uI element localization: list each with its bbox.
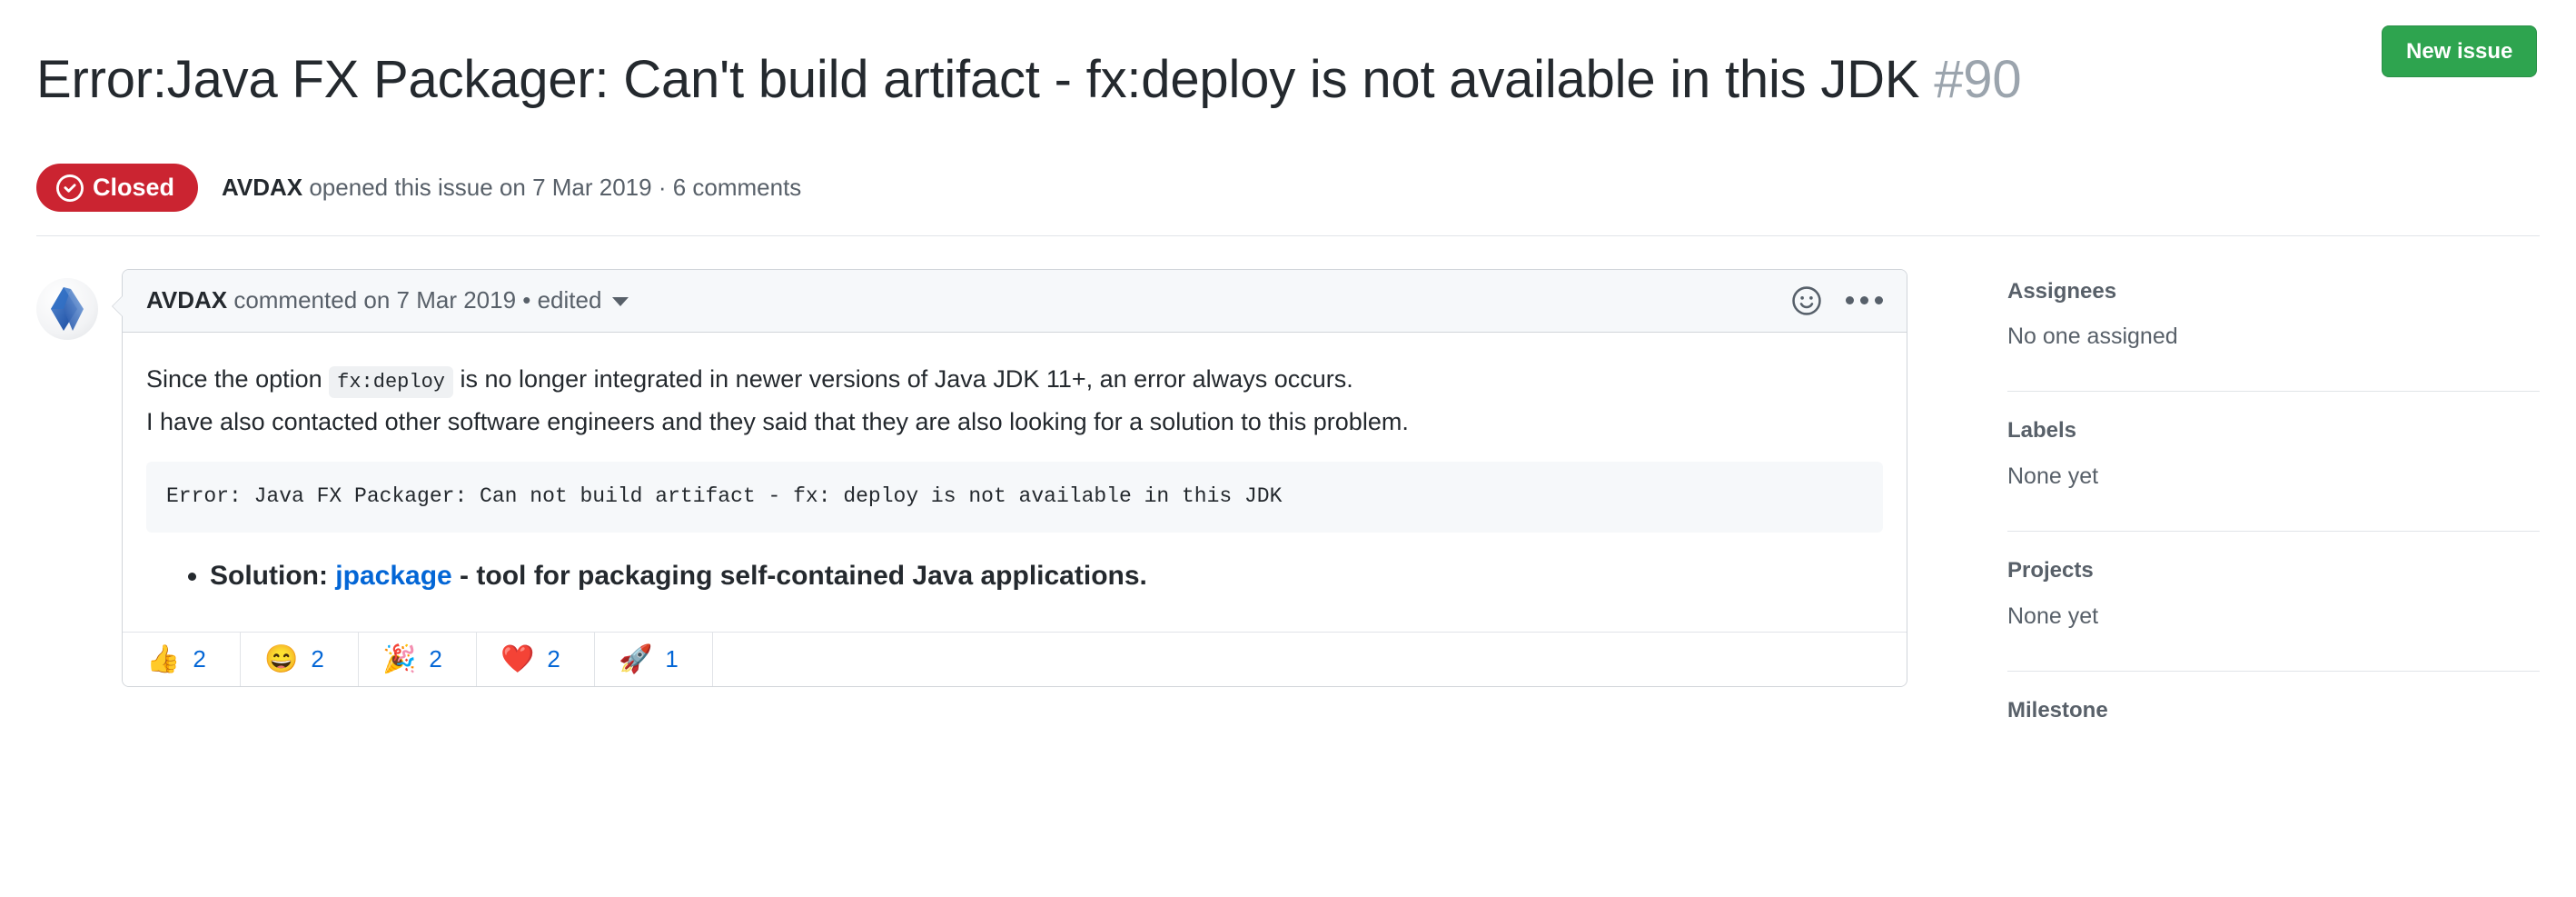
hooray-icon: 🎉 bbox=[382, 643, 417, 674]
sidebar-value-projects: None yet bbox=[2007, 603, 2099, 629]
kebab-menu-icon[interactable] bbox=[1846, 296, 1883, 305]
sidebar-divider bbox=[2007, 531, 2540, 533]
reaction-laugh[interactable]: 😄 2 bbox=[241, 633, 359, 687]
thumbs-up-icon: 👍 bbox=[146, 643, 181, 674]
comment-header-text: AVDAX commented on 7 Mar 2019 • edited bbox=[146, 285, 1791, 316]
rocket-icon: 🚀 bbox=[619, 643, 653, 674]
reactions-bar: 👍 2 😄 2 🎉 2 ❤️ 2 🚀 1 bbox=[123, 632, 1907, 687]
error-code-block: Error: Java FX Packager: Can not build a… bbox=[146, 462, 1883, 533]
comment-body: Since the option fx:deploy is no longer … bbox=[123, 333, 1907, 632]
comment-header-actions bbox=[1791, 285, 1883, 316]
reaction-hooray[interactable]: 🎉 2 bbox=[359, 633, 477, 687]
sidebar-divider bbox=[2007, 670, 2540, 672]
issue-meta-row: Closed AVDAX opened this issue on 7 Mar … bbox=[36, 164, 2540, 234]
reaction-count: 2 bbox=[193, 645, 206, 673]
sidebar-section-assignees: Assignees No one assigned bbox=[2007, 276, 2540, 374]
issue-content: AVDAX commented on 7 Mar 2019 • edited S… bbox=[36, 236, 2540, 782]
paragraph-1-before: Since the option bbox=[146, 364, 330, 393]
timeline-column: AVDAX commented on 7 Mar 2019 • edited S… bbox=[36, 268, 1907, 782]
issue-closed-icon bbox=[56, 174, 84, 202]
issue-number: #90 bbox=[1934, 49, 2022, 109]
heart-icon: ❤️ bbox=[500, 643, 535, 674]
status-badge: Closed bbox=[36, 164, 199, 212]
jpackage-link[interactable]: jpackage bbox=[335, 561, 451, 591]
solution-prefix: Solution: bbox=[210, 560, 336, 591]
issue-page: Error:Java FX Packager: Can't build arti… bbox=[0, 0, 2576, 897]
comment-box: AVDAX commented on 7 Mar 2019 • edited S… bbox=[112, 268, 1907, 688]
inline-code: fx:deploy bbox=[329, 365, 453, 398]
comment-header-rest: commented on 7 Mar 2019 • edited bbox=[227, 285, 602, 314]
new-issue-button[interactable]: New issue bbox=[2382, 25, 2538, 78]
sidebar-title-projects[interactable]: Projects bbox=[2007, 555, 2540, 586]
reaction-thumbs-up[interactable]: 👍 2 bbox=[123, 633, 241, 687]
issue-author[interactable]: AVDAX bbox=[222, 174, 302, 201]
sidebar-title-labels[interactable]: Labels bbox=[2007, 415, 2540, 446]
sidebar-value-labels: None yet bbox=[2007, 463, 2099, 490]
sidebar-title-assignees[interactable]: Assignees bbox=[2007, 276, 2540, 307]
laugh-icon: 😄 bbox=[264, 643, 299, 674]
comment-paragraph-2: I have also contacted other software eng… bbox=[146, 408, 1409, 436]
sidebar-section-projects: Projects None yet bbox=[2007, 555, 2540, 653]
chevron-down-icon[interactable] bbox=[612, 297, 629, 307]
solution-suffix: - tool for packaging self-contained Java… bbox=[451, 560, 1147, 591]
issue-sidebar: Assignees No one assigned Labels None ye… bbox=[1907, 269, 2540, 745]
reaction-rocket[interactable]: 🚀 1 bbox=[595, 633, 713, 687]
issue-title-text: Error:Java FX Packager: Can't build arti… bbox=[36, 49, 1920, 109]
reaction-count: 2 bbox=[429, 645, 442, 673]
issue-meta-rest: opened this issue on 7 Mar 2019 · 6 comm… bbox=[302, 173, 802, 201]
list-item: Solution: jpackage - tool for packaging … bbox=[210, 556, 1883, 596]
sidebar-title-milestone[interactable]: Milestone bbox=[2007, 695, 2540, 726]
sidebar-divider bbox=[2007, 391, 2540, 393]
issue-header: Error:Java FX Packager: Can't build arti… bbox=[36, 0, 2540, 147]
reaction-heart[interactable]: ❤️ 2 bbox=[477, 633, 595, 687]
page-title: Error:Java FX Packager: Can't build arti… bbox=[36, 48, 2362, 113]
comment-paragraph-1: Since the option fx:deploy is no longer … bbox=[146, 360, 1883, 399]
status-badge-label: Closed bbox=[93, 174, 175, 202]
reaction-count: 2 bbox=[547, 645, 560, 673]
reaction-count: 1 bbox=[665, 645, 679, 673]
sidebar-section-milestone: Milestone bbox=[2007, 695, 2540, 746]
paragraph-1-after: is no longer integrated in newer version… bbox=[452, 364, 1353, 393]
timeline-comment: AVDAX commented on 7 Mar 2019 • edited S… bbox=[36, 268, 1907, 688]
comment-author[interactable]: AVDAX bbox=[146, 286, 227, 314]
reactions-spacer bbox=[713, 633, 1907, 686]
user-avatar-icon bbox=[51, 286, 84, 331]
issue-meta-text: AVDAX opened this issue on 7 Mar 2019 · … bbox=[222, 173, 801, 204]
smiley-icon[interactable] bbox=[1791, 285, 1822, 316]
sidebar-value-assignees: No one assigned bbox=[2007, 324, 2178, 350]
comment-header: AVDAX commented on 7 Mar 2019 • edited bbox=[123, 269, 1907, 333]
sidebar-section-labels: Labels None yet bbox=[2007, 415, 2540, 513]
avatar[interactable] bbox=[36, 277, 98, 340]
solution-list: Solution: jpackage - tool for packaging … bbox=[146, 556, 1883, 596]
reaction-count: 2 bbox=[311, 645, 324, 673]
